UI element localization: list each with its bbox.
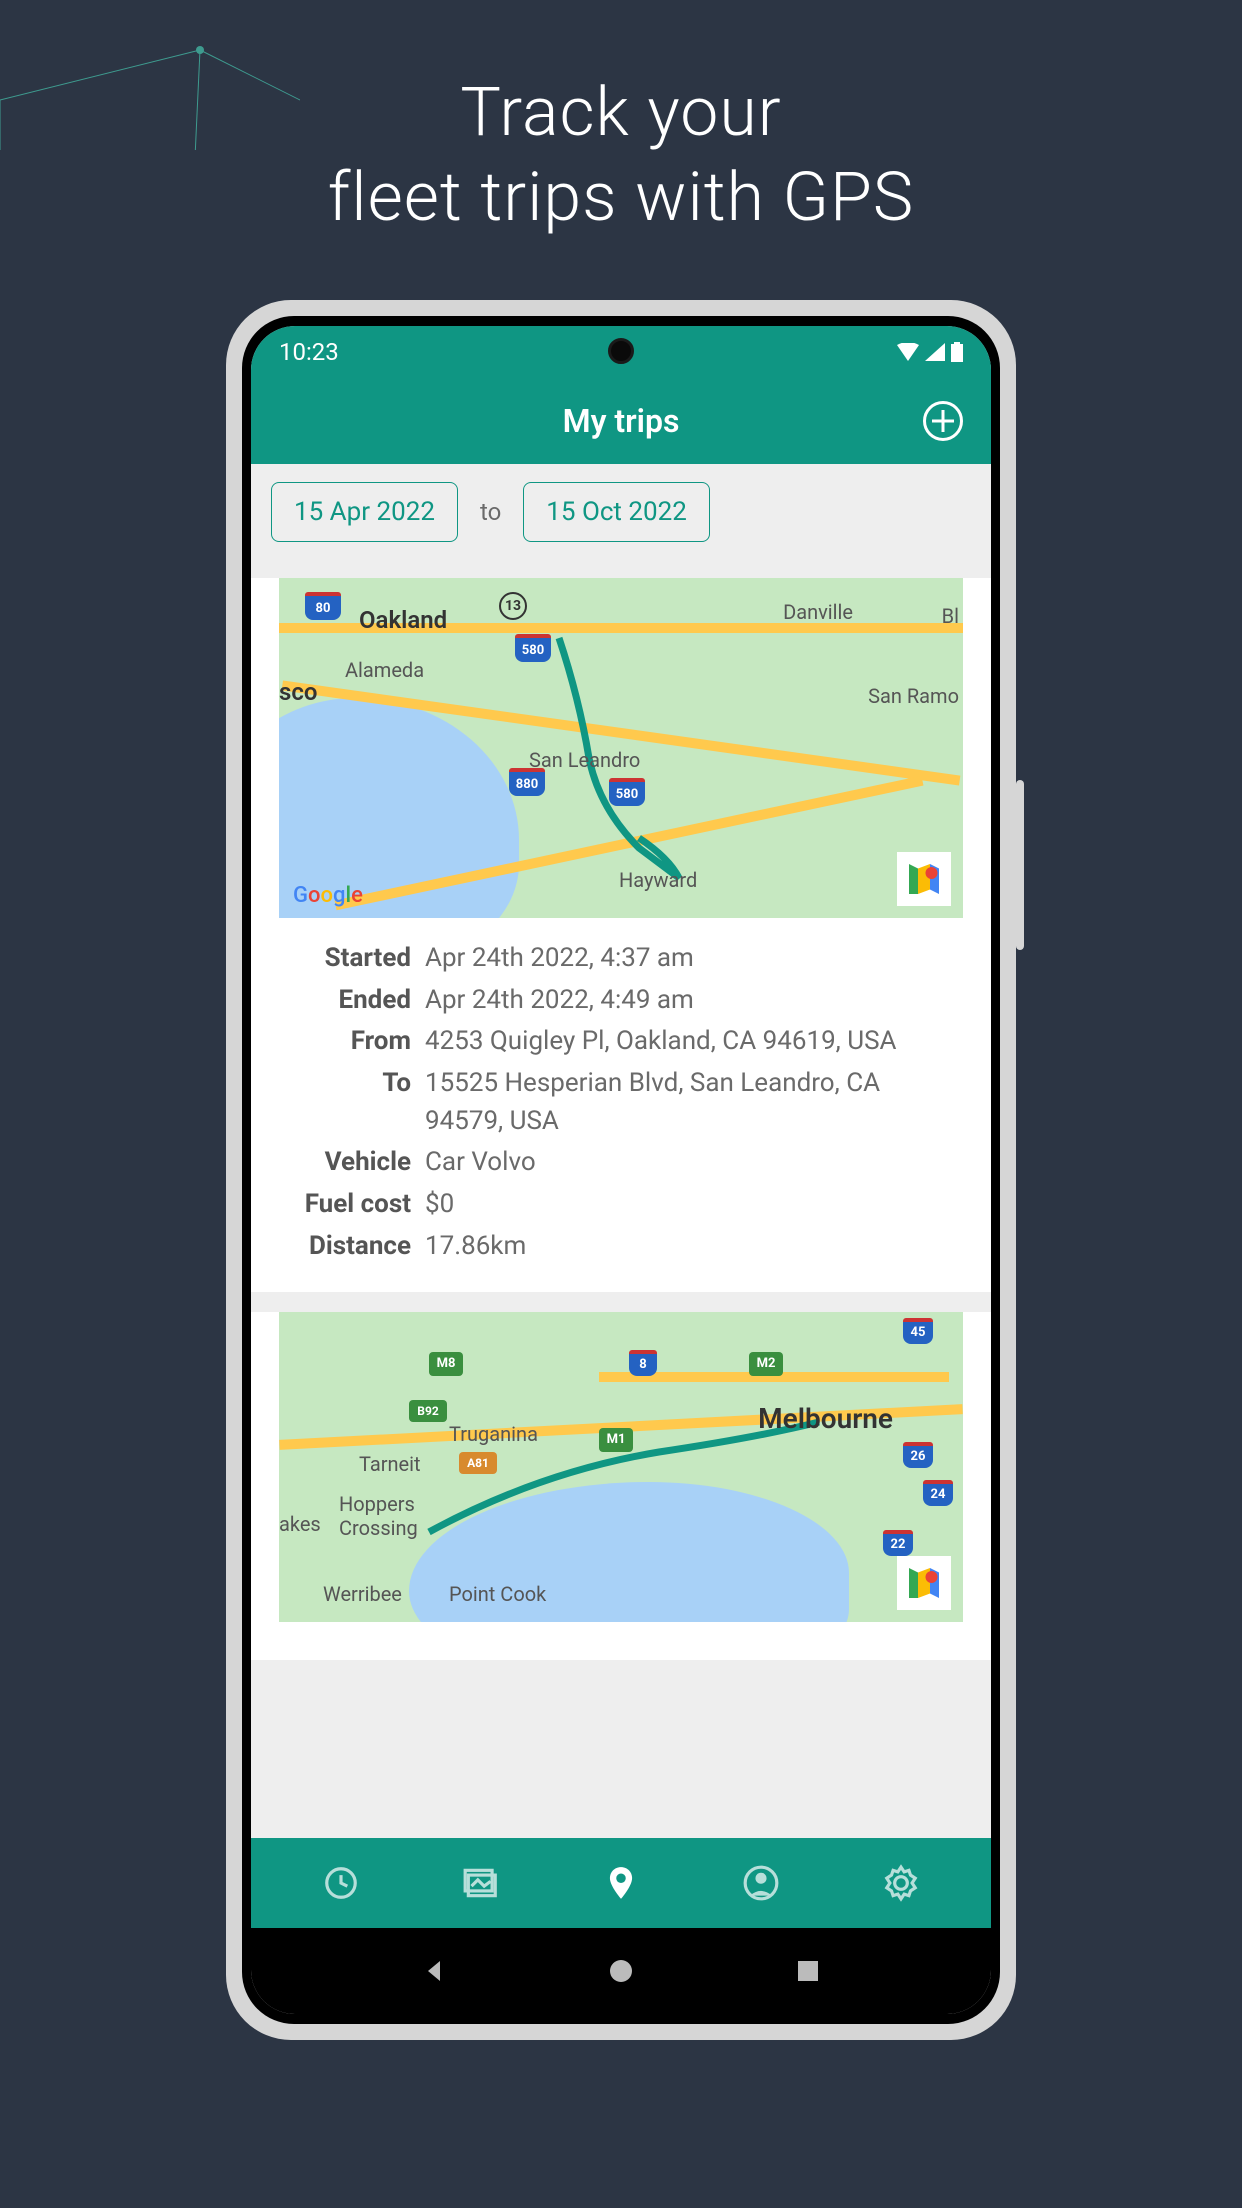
value-started: Apr 24th 2022, 4:37 am [425, 940, 961, 978]
wifi-icon [897, 343, 919, 361]
android-nav-bar [251, 1928, 991, 2014]
user-icon [742, 1864, 780, 1902]
clock-icon [322, 1864, 360, 1902]
nav-history[interactable] [317, 1859, 365, 1907]
headline-line2: fleet trips with GPS [0, 155, 1242, 240]
map-place-label: Melbourne [758, 1402, 893, 1435]
road-shield: 580 [515, 634, 551, 662]
trip-map-thumbnail[interactable]: Melbourne Truganina Tarneit Hoppers Cros… [279, 1312, 963, 1622]
camera-punch-hole [608, 338, 634, 364]
plus-icon [932, 410, 954, 432]
trip-card[interactable]: Melbourne Truganina Tarneit Hoppers Cros… [251, 1312, 991, 1660]
label-to: To [281, 1065, 411, 1140]
nav-gallery[interactable] [457, 1859, 505, 1907]
google-logo: Google [293, 883, 363, 908]
label-distance: Distance [281, 1228, 411, 1266]
add-trip-button[interactable] [923, 401, 963, 441]
value-ended: Apr 24th 2022, 4:49 am [425, 982, 961, 1020]
value-fuelcost: $0 [425, 1186, 961, 1224]
label-started: Started [281, 940, 411, 978]
map-place-label: sco [279, 678, 317, 706]
label-fuelcost: Fuel cost [281, 1186, 411, 1224]
trip-details: Started Apr 24th 2022, 4:37 am Ended Apr 2… [251, 934, 991, 1266]
map-place-label: Danville [783, 600, 853, 624]
promo-headline: Track your fleet trips with GPS [0, 0, 1242, 240]
map-place-label: Alameda [345, 658, 424, 682]
nav-profile[interactable] [737, 1859, 785, 1907]
gear-icon [882, 1864, 920, 1902]
android-back-button[interactable] [416, 1953, 452, 1989]
phone-side-button [1016, 780, 1024, 950]
from-date-picker[interactable]: 15 Apr 2022 [271, 482, 458, 542]
map-place-label: Truganina [449, 1422, 538, 1446]
location-pin-icon [602, 1864, 640, 1902]
road-shield: 45 [903, 1318, 933, 1344]
map-place-label: akes [279, 1512, 321, 1536]
nav-trips[interactable] [597, 1859, 645, 1907]
gallery-icon [462, 1864, 500, 1902]
road-shield: 13 [499, 592, 527, 620]
road-shield: M2 [749, 1352, 783, 1376]
map-place-label: San Leandro [529, 748, 640, 772]
trip-map-thumbnail[interactable]: Oakland Alameda San Leandro Hayward Danv… [279, 578, 963, 918]
trip-card[interactable]: Oakland Alameda San Leandro Hayward Danv… [251, 578, 991, 1292]
to-label: to [480, 498, 501, 526]
date-filter-bar: 15 Apr 2022 to 15 Oct 2022 [251, 464, 991, 560]
signal-icon [925, 343, 945, 361]
value-to: 15525 Hesperian Blvd, San Leandro, CA 94… [425, 1065, 961, 1140]
trips-list[interactable]: Oakland Alameda San Leandro Hayward Danv… [251, 560, 991, 1838]
google-maps-badge[interactable] [897, 852, 951, 906]
phone-frame: 10:23 My trips 15 Apr 2022 to 15 Oct 202… [226, 300, 1016, 2040]
map-place-label: Oakland [359, 606, 447, 634]
road-shield: 26 [903, 1442, 933, 1468]
map-place-label: San Ramo [868, 684, 959, 708]
road-shield: M8 [429, 1352, 463, 1376]
map-place-label: Point Cook [449, 1582, 546, 1606]
map-place-label: Hoppers [339, 1492, 415, 1516]
page-title: My trips [563, 402, 680, 440]
label-ended: Ended [281, 982, 411, 1020]
label-from: From [281, 1023, 411, 1061]
road-shield: 22 [883, 1530, 913, 1556]
value-from: 4253 Quigley Pl, Oakland, CA 94619, USA [425, 1023, 961, 1061]
android-home-button[interactable] [603, 1953, 639, 1989]
label-vehicle: Vehicle [281, 1144, 411, 1182]
road-shield: 580 [609, 778, 645, 806]
status-time: 10:23 [279, 338, 339, 366]
road-shield: 24 [923, 1480, 953, 1506]
map-place-label: Bl [942, 604, 959, 628]
to-date-picker[interactable]: 15 Oct 2022 [523, 482, 710, 542]
google-maps-badge[interactable] [897, 1556, 951, 1610]
road-shield: 880 [509, 768, 545, 796]
road-shield: 8 [629, 1350, 657, 1376]
road-shield: 80 [305, 592, 341, 620]
bottom-nav [251, 1838, 991, 1928]
road-shield: M1 [599, 1428, 633, 1452]
value-distance: 17.86km [425, 1228, 961, 1266]
map-place-label: Tarneit [359, 1452, 421, 1476]
battery-icon [951, 342, 963, 362]
value-vehicle: Car Volvo [425, 1144, 961, 1182]
android-recent-button[interactable] [790, 1953, 826, 1989]
headline-line1: Track your [0, 70, 1242, 155]
road-shield: A81 [459, 1452, 497, 1474]
nav-settings[interactable] [877, 1859, 925, 1907]
map-place-label: Hayward [619, 868, 697, 892]
map-place-label: Crossing [339, 1516, 418, 1540]
map-place-label: Werribee [323, 1582, 402, 1606]
app-bar: My trips [251, 378, 991, 464]
road-shield: B92 [409, 1400, 447, 1422]
